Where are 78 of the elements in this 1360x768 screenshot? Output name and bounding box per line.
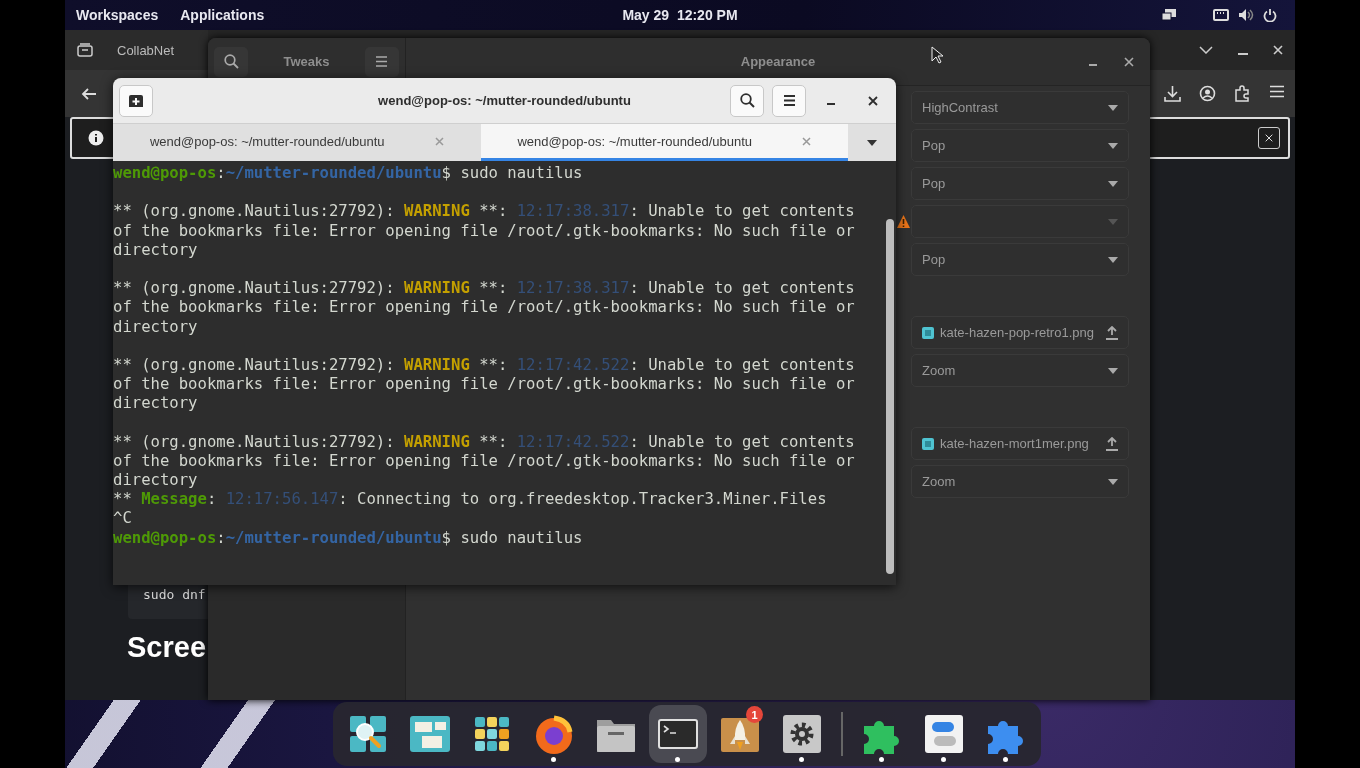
back-arrow-icon[interactable]	[81, 86, 97, 101]
new-tab-icon	[128, 93, 144, 108]
search-icon	[223, 54, 239, 69]
image-file-icon	[922, 437, 934, 450]
file-chooser[interactable]: kate-hazen-pop-retro1.png	[911, 316, 1129, 349]
dropdown[interactable]: Zoom	[911, 465, 1129, 498]
top-bar-menu[interactable]: Applications	[180, 7, 265, 23]
close-icon[interactable]	[1124, 56, 1134, 67]
download-icon[interactable]	[1164, 85, 1181, 102]
menu-icon	[375, 56, 389, 67]
toggle-switches-icon	[922, 712, 966, 756]
menu-icon	[782, 95, 796, 106]
search-icon	[739, 93, 755, 108]
dock-item[interactable]	[649, 705, 707, 763]
dropdown-arrow-icon	[1108, 180, 1118, 187]
close-tab-icon[interactable]	[802, 136, 812, 146]
account-icon[interactable]	[1199, 85, 1216, 102]
power-icon[interactable]	[1263, 8, 1277, 22]
notification-badge: 1	[746, 706, 763, 723]
terminal-line: of the bookmarks file: Error opening file /root/.gtk-bookmarks: No such file or	[113, 221, 856, 241]
menu-button[interactable]	[772, 84, 806, 117]
terminal-line: of the bookmarks file: Error opening file /root/.gtk-bookmarks: No such file or	[113, 298, 856, 318]
terminal-line: ^C	[113, 509, 133, 529]
close-button[interactable]	[1258, 127, 1280, 149]
dropdown[interactable]: HighContrast	[911, 91, 1129, 124]
chevron-down-icon[interactable]	[1199, 46, 1213, 54]
dropdown[interactable]: Pop	[911, 129, 1129, 162]
terminal-line: directory	[113, 394, 199, 414]
search-button[interactable]	[730, 84, 764, 117]
terminal-line: ** (org.gnome.Nautilus:27792): WARNING **: 12:17:38.317: Unable to get contents	[113, 202, 856, 222]
terminal-line: wend@pop-os:~/mutter-rounded/ubuntu$ sudo nautilus	[113, 528, 584, 548]
terminal-line: ** Message: 12:17:56.147: Connecting to org.freedesktop.Tracker3.Miner.Files	[113, 490, 828, 510]
window-title: Tweaks	[283, 54, 330, 69]
close-icon[interactable]	[868, 95, 878, 106]
top-bar-menu[interactable]: Workspaces	[76, 7, 159, 23]
volume-icon[interactable]	[1238, 8, 1254, 22]
search-button[interactable]	[214, 46, 248, 77]
puzzle-icon[interactable]	[1234, 85, 1251, 102]
display-icon[interactable]	[1161, 8, 1177, 22]
gear-icon	[780, 712, 824, 756]
terminal-line: directory	[113, 240, 199, 260]
dropdown[interactable]: Zoom	[911, 354, 1129, 387]
terminal-tab[interactable]: wend@pop-os: ~/mutter-rounded/ubuntu	[480, 124, 848, 161]
dropdown-arrow-icon	[1108, 104, 1118, 111]
page-title: Appearance	[740, 54, 816, 69]
dropdown[interactable]: Pop	[911, 243, 1129, 276]
terminal-line: ** (org.gnome.Nautilus:27792): WARNING **: 12:17:42.522: Unable to get contents	[113, 432, 856, 452]
page-heading: Scree	[127, 631, 206, 664]
dropdown-arrow-icon	[1108, 256, 1118, 263]
tab-icon[interactable]	[77, 43, 93, 57]
dropdown-arrow-icon	[1108, 142, 1118, 149]
info-icon	[88, 130, 104, 146]
file-chooser[interactable]: kate-hazen-mort1mer.png	[911, 427, 1129, 460]
upload-icon	[1106, 436, 1118, 451]
dock-item[interactable]: 1	[711, 705, 769, 763]
upload-icon	[1106, 325, 1118, 340]
terminal-tab[interactable]: wend@pop-os: ~/mutter-rounded/ubuntu	[113, 124, 481, 161]
browser-tab[interactable]: CollabNet	[65, 30, 208, 70]
dropdown-arrow-icon[interactable]	[867, 139, 877, 146]
new-tab-button[interactable]	[119, 84, 153, 117]
terminal-line: directory	[113, 317, 199, 337]
close-icon	[1265, 132, 1273, 144]
dropdown-arrow-icon	[1108, 367, 1118, 374]
scrollbar-thumb[interactable]	[886, 219, 894, 574]
terminal-line: wend@pop-os:~/mutter-rounded/ubuntu$ sudo nautilus	[113, 164, 584, 184]
mouse-pointer-icon	[931, 46, 943, 64]
keyboard-icon[interactable]	[1213, 8, 1229, 22]
terminal-line: of the bookmarks file: Error opening file /root/.gtk-bookmarks: No such file or	[113, 451, 856, 471]
terminal-line: ** (org.gnome.Nautilus:27792): WARNING **: 12:17:38.317: Unable to get contents	[113, 279, 856, 299]
dropdown[interactable]: Pop	[911, 167, 1129, 200]
terminal-line: ** (org.gnome.Nautilus:27792): WARNING **: 12:17:42.522: Unable to get contents	[113, 355, 856, 376]
dropdown-arrow-icon	[1108, 478, 1118, 485]
dropdown-arrow-icon	[1108, 218, 1118, 225]
clock[interactable]: May 29 12:20 PM	[622, 7, 738, 23]
terminal-line: of the bookmarks file: Error opening file /root/.gtk-bookmarks: No such file or	[113, 375, 856, 395]
window-title: wend@pop-os: ~/mutter-rounded/ubuntu	[378, 93, 631, 108]
image-file-icon	[922, 326, 934, 339]
terminal-line: directory	[113, 471, 199, 491]
